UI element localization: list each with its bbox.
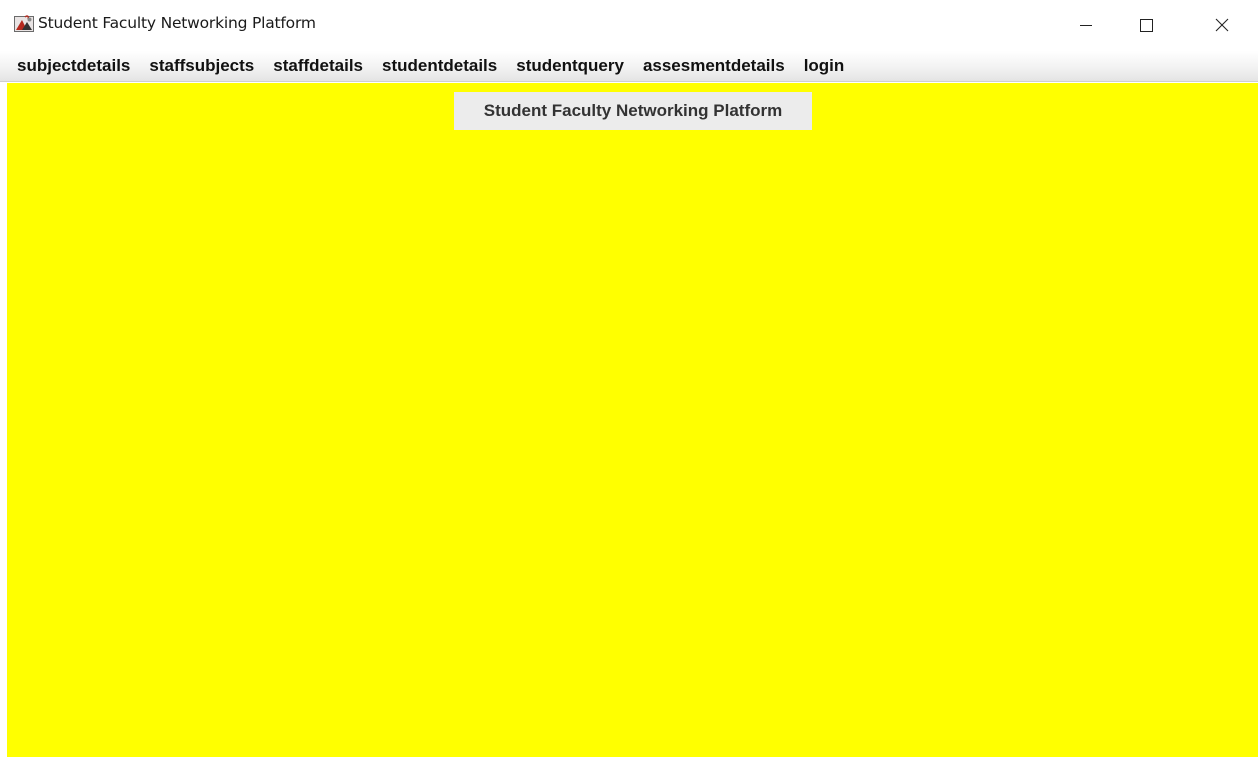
minimize-button[interactable] [1058,0,1114,50]
application-window: Student Faculty Networking Platform subj… [0,0,1258,757]
menu-studentquery[interactable]: studentquery [507,53,634,80]
maximize-icon [1138,17,1154,33]
content-panel: Student Faculty Networking Platform [7,83,1258,757]
menu-assesmentdetails[interactable]: assesmentdetails [634,53,795,80]
title-bar[interactable]: Student Faculty Networking Platform [0,0,1258,50]
java-cup-icon[interactable] [14,13,34,33]
menu-studentdetails[interactable]: studentdetails [373,53,507,80]
maximize-button[interactable] [1118,0,1174,50]
menu-login[interactable]: login [795,53,855,80]
close-button[interactable] [1194,0,1250,50]
menu-subjectdetails[interactable]: subjectdetails [8,53,140,80]
window-title: Student Faculty Networking Platform [38,14,316,32]
minimize-icon [1078,17,1094,33]
menu-staffdetails[interactable]: staffdetails [264,53,373,80]
close-icon [1214,17,1230,33]
menu-staffsubjects[interactable]: staffsubjects [140,53,264,80]
menu-bar: subjectdetails staffsubjects staffdetail… [0,51,1258,82]
page-heading: Student Faculty Networking Platform [454,92,812,130]
